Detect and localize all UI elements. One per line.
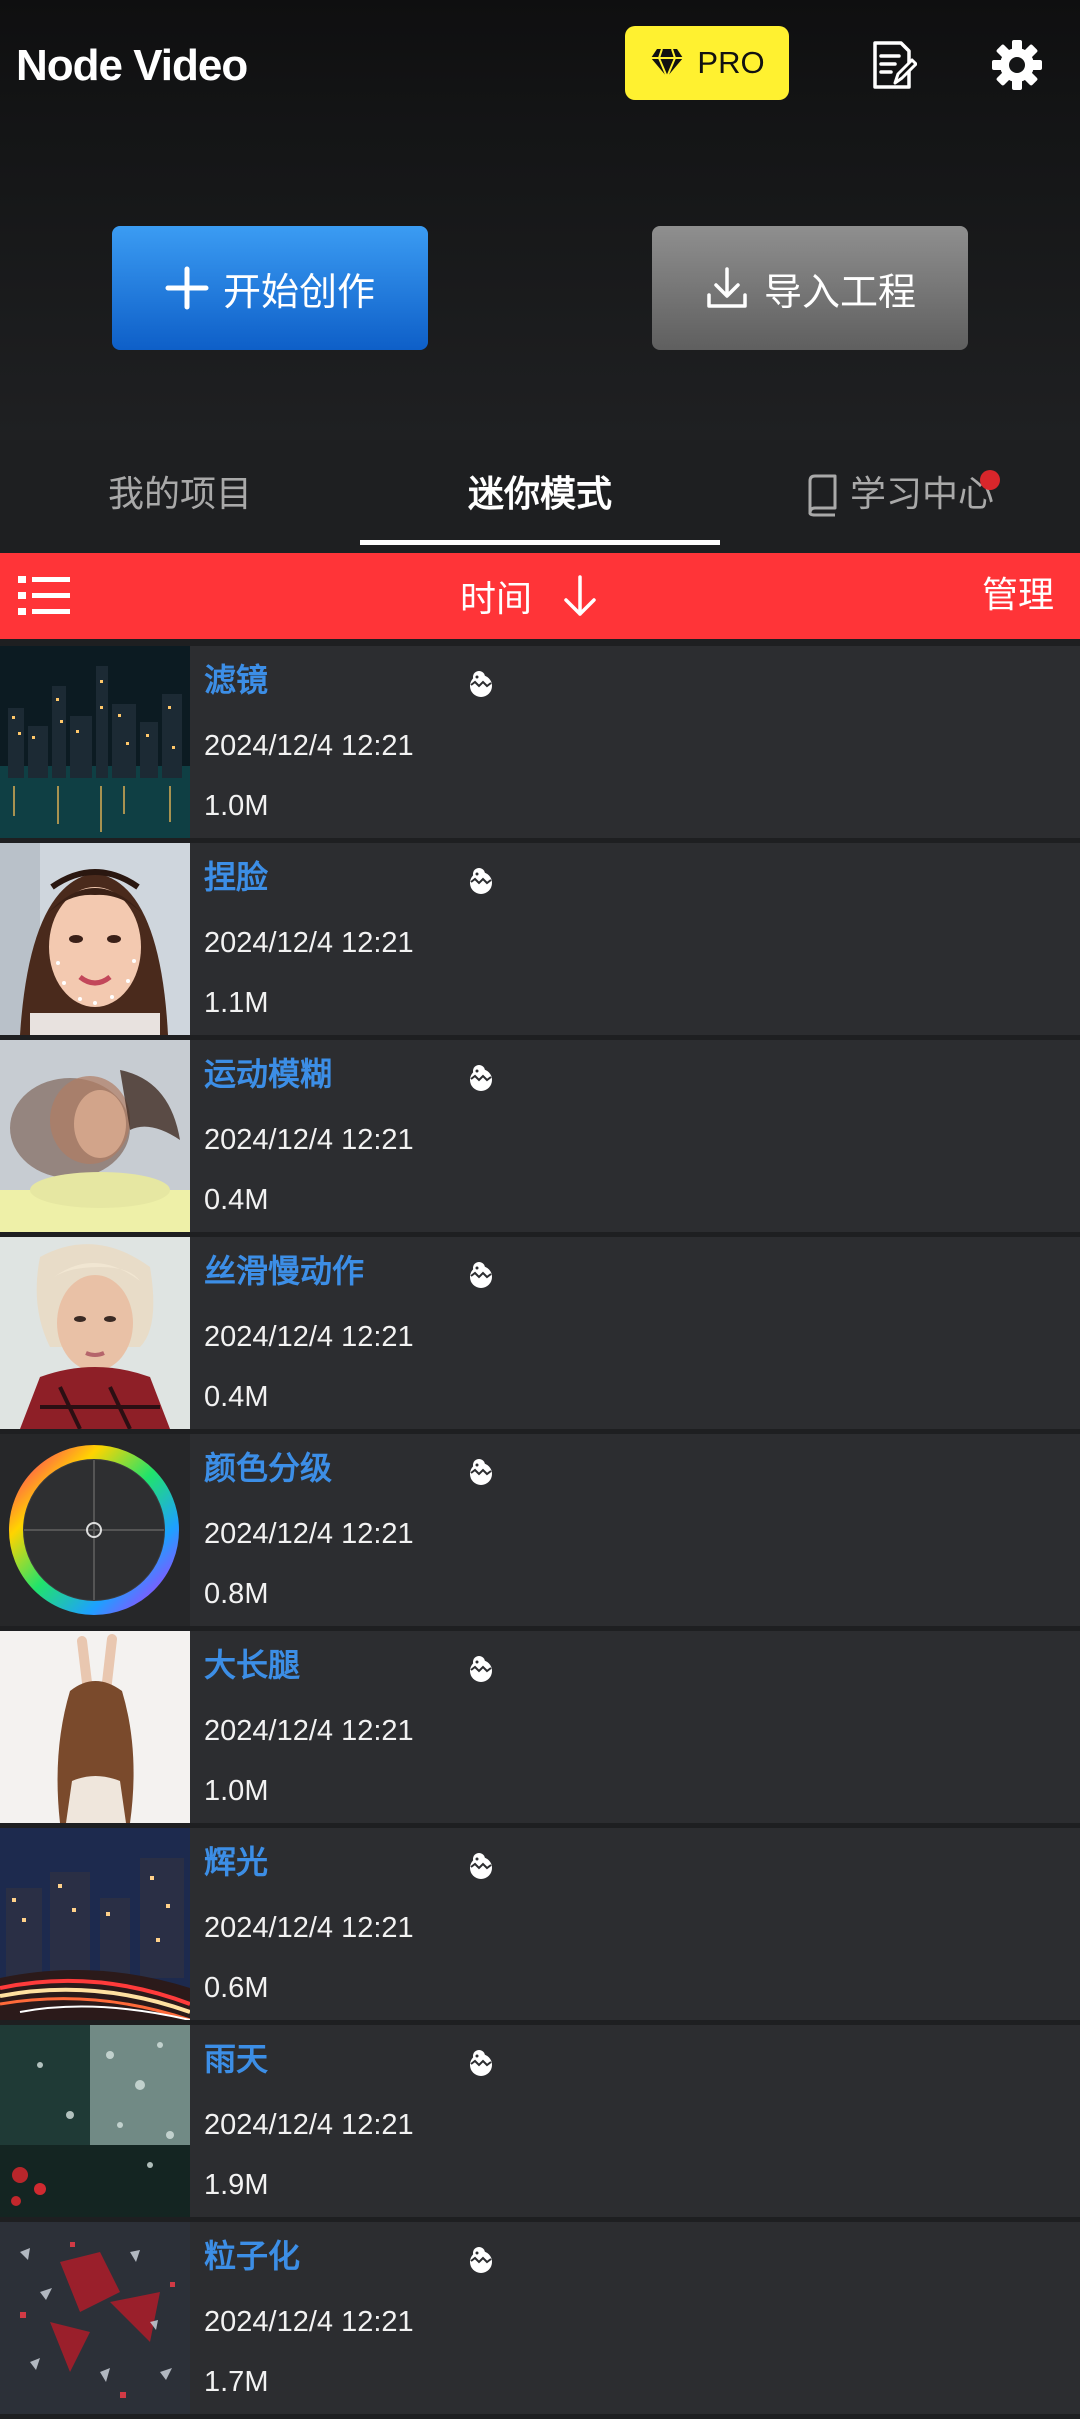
thumbnail-image: [0, 843, 190, 1035]
sort-bar: 时间 管理: [0, 553, 1080, 639]
item-size: 1.0M: [204, 1775, 269, 1807]
item-size: 0.6M: [204, 1972, 269, 2004]
egg-chick-icon: [470, 1065, 492, 1091]
item-size: 0.4M: [204, 1381, 269, 1413]
pro-button[interactable]: PRO: [625, 26, 789, 100]
sort-by-time-button[interactable]: 时间: [460, 553, 600, 639]
start-creating-label: 开始创作: [222, 269, 375, 314]
item-date: 2024/12/4 12:21: [204, 1715, 414, 1747]
list-item[interactable]: 辉光 2024/12/4 12:21 0.6M: [0, 1828, 1080, 2020]
list-item[interactable]: 运动模糊 2024/12/4 12:21 0.4M: [0, 1040, 1080, 1232]
import-project-label: 导入工程: [763, 269, 916, 314]
item-size: 1.1M: [204, 987, 269, 1019]
template-list: 滤镜 2024/12/4 12:21 1.0M 捏脸 2024/12/4 12:…: [0, 646, 1080, 2419]
list-item[interactable]: 滤镜 2024/12/4 12:21 1.0M: [0, 646, 1080, 838]
item-title: 滤镜: [204, 661, 269, 699]
item-date: 2024/12/4 12:21: [204, 1124, 414, 1156]
thumbnail-image: [0, 2025, 190, 2217]
gear-icon: [992, 40, 1042, 90]
item-size: 1.0M: [204, 790, 269, 822]
tab-my-projects[interactable]: 我的项目: [0, 450, 360, 540]
learning-center-label: 学习中心: [849, 474, 994, 515]
list-item[interactable]: 雨天 2024/12/4 12:21 1.9M: [0, 2025, 1080, 2217]
book-icon: [808, 474, 837, 517]
app-title: Node Video: [16, 41, 248, 90]
plus-icon: [165, 266, 209, 310]
item-date: 2024/12/4 12:21: [204, 1518, 414, 1550]
tab-bar: 我的项目 迷你模式 学习中心: [0, 450, 1080, 550]
pro-label: PRO: [697, 45, 765, 80]
list-item[interactable]: 捏脸 2024/12/4 12:21 1.1M: [0, 843, 1080, 1035]
item-size: 0.8M: [204, 1578, 269, 1610]
diamond-icon: [651, 48, 684, 78]
thumbnail-image: [0, 2222, 190, 2414]
item-date: 2024/12/4 12:21: [204, 1321, 414, 1353]
item-date: 2024/12/4 12:21: [204, 2306, 414, 2338]
list-item[interactable]: 大长腿 2024/12/4 12:21 1.0M: [0, 1631, 1080, 1823]
item-date: 2024/12/4 12:21: [204, 927, 414, 959]
egg-chick-icon: [470, 1656, 492, 1682]
item-date: 2024/12/4 12:21: [204, 730, 414, 762]
notification-dot: [980, 470, 1000, 490]
egg-chick-icon: [470, 671, 492, 697]
list-item[interactable]: 颜色分级 2024/12/4 12:21 0.8M: [0, 1434, 1080, 1626]
item-date: 2024/12/4 12:21: [204, 2109, 414, 2141]
list-item[interactable]: 丝滑慢动作 2024/12/4 12:21 0.4M: [0, 1237, 1080, 1429]
thumbnail-image: [0, 1434, 190, 1626]
tab-mini-mode[interactable]: 迷你模式: [360, 450, 720, 540]
tab-learning-center[interactable]: 学习中心: [720, 450, 1080, 540]
item-title: 颜色分级: [204, 1449, 333, 1487]
egg-chick-icon: [470, 1459, 492, 1485]
egg-chick-icon: [470, 1853, 492, 1879]
egg-chick-icon: [470, 868, 492, 894]
item-date: 2024/12/4 12:21: [204, 1912, 414, 1944]
thumbnail-image: [0, 1040, 190, 1232]
list-item[interactable]: 粒子化 2024/12/4 12:21 1.7M: [0, 2222, 1080, 2414]
start-creating-button[interactable]: 开始创作: [112, 226, 428, 350]
item-size: 1.7M: [204, 2366, 269, 2398]
download-icon: [707, 267, 747, 308]
sort-label: 时间: [460, 579, 533, 620]
import-project-button[interactable]: 导入工程: [652, 226, 968, 350]
item-title: 雨天: [204, 2040, 269, 2078]
item-title: 捏脸: [204, 858, 269, 896]
arrow-down-icon: [564, 575, 596, 616]
settings-button[interactable]: [982, 30, 1052, 100]
item-title: 丝滑慢动作: [204, 1252, 365, 1290]
notes-button[interactable]: [858, 30, 928, 100]
list-view-icon[interactable]: [18, 574, 70, 618]
thumbnail-image: [0, 1828, 190, 2020]
item-title: 辉光: [204, 1843, 269, 1881]
active-tab-indicator: [360, 540, 720, 545]
egg-chick-icon: [470, 2247, 492, 2273]
thumbnail-image: [0, 1631, 190, 1823]
item-title: 大长腿: [204, 1646, 301, 1684]
item-size: 0.4M: [204, 1184, 269, 1216]
item-title: 运动模糊: [204, 1055, 333, 1093]
thumbnail-image: [0, 1237, 190, 1429]
egg-chick-icon: [470, 2050, 492, 2076]
item-size: 1.9M: [204, 2169, 269, 2201]
egg-chick-icon: [470, 1262, 492, 1288]
thumbnail-image: [0, 646, 190, 838]
notes-icon: [873, 41, 917, 89]
manage-button[interactable]: 管理: [982, 553, 1054, 639]
item-title: 粒子化: [204, 2237, 301, 2275]
